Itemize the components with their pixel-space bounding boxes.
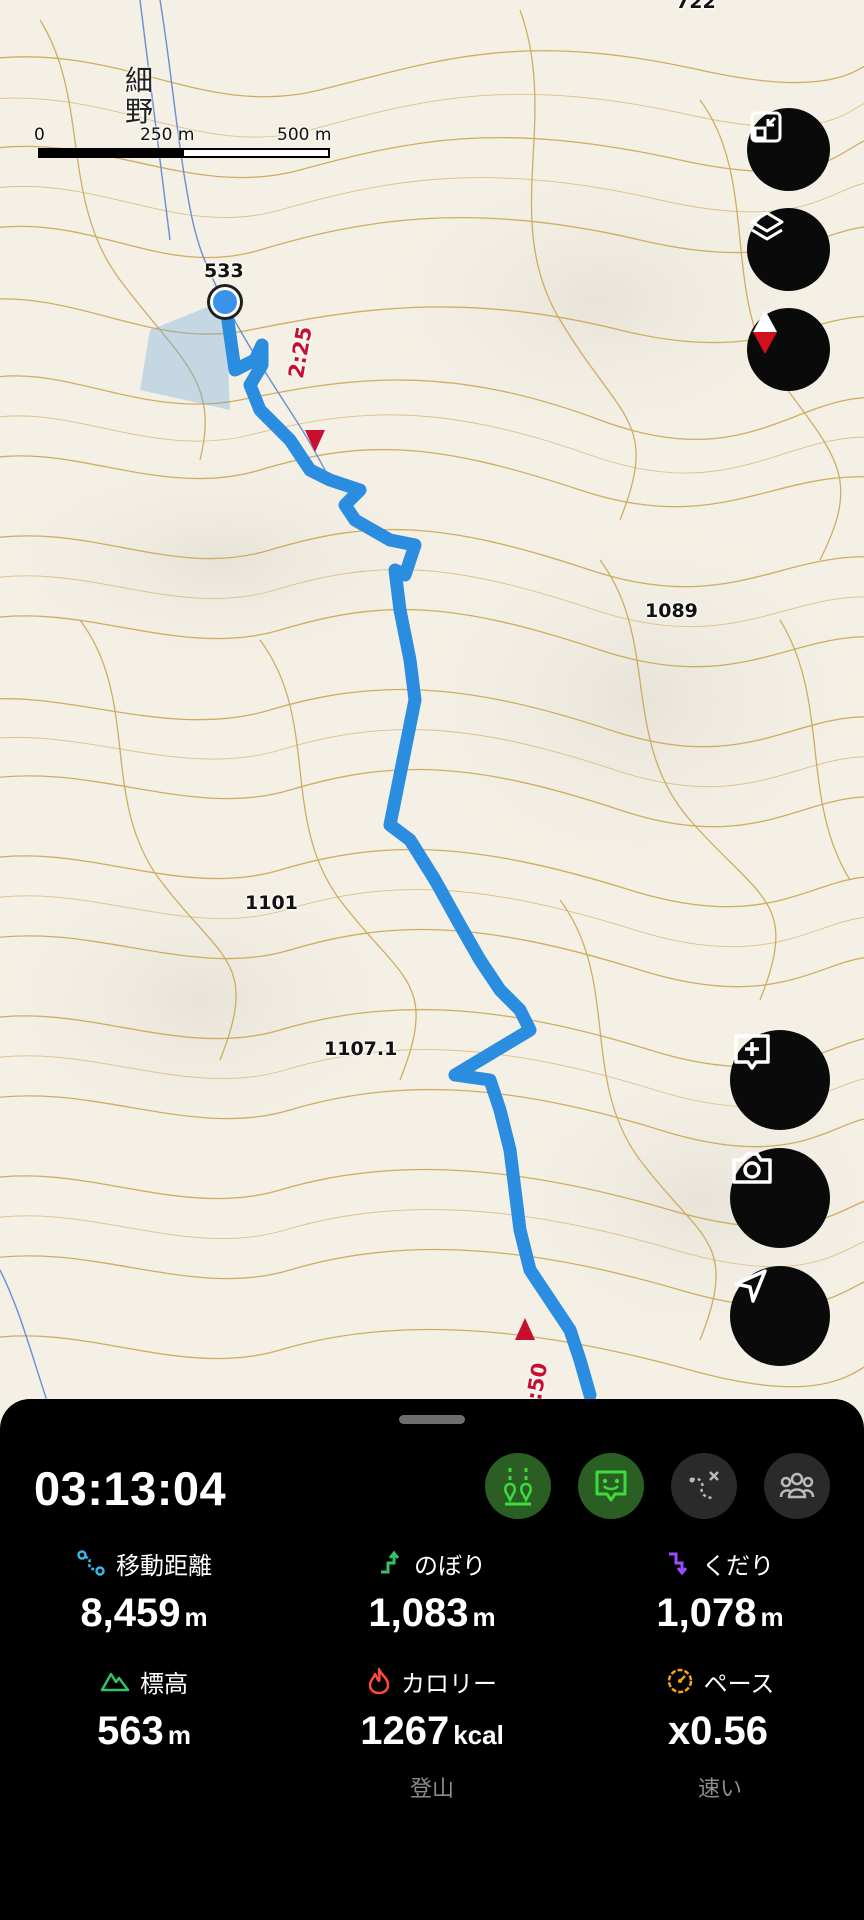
stat-elevation-value: 563: [97, 1709, 164, 1753]
stat-distance-label: 移動距離: [116, 1551, 212, 1580]
place-name-1: 細: [125, 64, 154, 97]
stat-calories-activity: 登山: [409, 1777, 454, 1802]
stat-pace: ペース x0.56 速い: [576, 1665, 864, 1803]
stat-distance: 移動距離 8,459 m: [0, 1547, 288, 1639]
ascent-icon: [381, 1550, 400, 1574]
compass-icon: [753, 310, 777, 354]
stat-descent-label: くだり: [702, 1551, 774, 1580]
group-button[interactable]: [764, 1453, 830, 1519]
scale-label-end: 500 m: [277, 125, 332, 145]
navigate-button[interactable]: [730, 1266, 830, 1366]
place-name-2: 野: [125, 95, 154, 128]
distance-icon: [77, 1550, 105, 1576]
exit-fullscreen-button[interactable]: [747, 108, 830, 191]
route-signal-button[interactable]: [485, 1453, 551, 1519]
scale-label-zero: 0: [34, 125, 45, 145]
elapsed-time: 03:13:04: [34, 1462, 227, 1515]
stat-elevation: 標高 563 m: [0, 1665, 288, 1757]
scale-bar-track: [38, 148, 330, 158]
route-off-icon: [689, 1471, 719, 1500]
peak-label-1089: 1089: [645, 600, 698, 622]
stat-distance-value: 8,459: [80, 1591, 181, 1635]
scale-label-mid: 250 m: [140, 125, 195, 145]
stat-calories-value: 1267: [360, 1709, 450, 1753]
add-note-button[interactable]: [730, 1030, 830, 1130]
compass-button[interactable]: [747, 308, 830, 391]
camera-icon: [732, 1152, 772, 1184]
peak-label-533: 533: [204, 260, 244, 282]
stat-elevation-unit: m: [167, 1720, 191, 1750]
stat-descent-value: 1,078: [656, 1591, 757, 1635]
stat-calories-label: カロリー: [401, 1669, 497, 1698]
drag-handle[interactable]: [399, 1415, 465, 1424]
stat-ascent: のぼり 1,083 m: [288, 1547, 576, 1639]
chat-face-button[interactable]: [578, 1453, 644, 1519]
stat-pace-value: x0.56: [667, 1709, 769, 1753]
route-off-button[interactable]: [671, 1453, 737, 1519]
peak-label-722: 722: [676, 0, 716, 13]
stat-distance-unit: m: [184, 1602, 208, 1632]
stat-descent: くだり 1,078 m: [576, 1547, 864, 1639]
route-signal-icon: [504, 1468, 532, 1506]
stat-calories-unit: kcal: [453, 1720, 504, 1750]
chat-face-icon: [595, 1470, 627, 1502]
camera-button[interactable]: [730, 1148, 830, 1248]
stat-calories: カロリー 1267 kcal 登山: [288, 1665, 576, 1803]
scale-bar-fill: [40, 150, 184, 156]
elevation-icon: [100, 1672, 130, 1692]
stat-descent-unit: m: [760, 1602, 784, 1632]
exit-fullscreen-icon: [750, 111, 782, 143]
group-icon: [779, 1472, 815, 1499]
stat-pace-label: ペース: [703, 1669, 775, 1698]
stat-ascent-value: 1,083: [368, 1591, 469, 1635]
stat-ascent-label: のぼり: [414, 1551, 486, 1580]
descent-icon: [669, 1552, 688, 1576]
layers-icon: [750, 211, 784, 241]
stat-pace-rating: 速い: [697, 1777, 742, 1802]
peak-label-1101: 1101: [245, 892, 298, 914]
stat-elevation-label: 標高: [140, 1669, 188, 1698]
navigate-icon: [734, 1269, 767, 1303]
topographic-map[interactable]: 細 野 0 250 m 500 m 722 533 1089 1101 1107…: [0, 0, 864, 1410]
peak-label-1107: 1107.1: [324, 1038, 398, 1060]
current-location-dot: [213, 290, 237, 314]
flame-icon: [368, 1667, 390, 1695]
layers-button[interactable]: [747, 208, 830, 291]
add-note-icon: [734, 1034, 770, 1070]
activity-panel: 03:13:04 移動距離 8,459 m のぼり 1,083 m くだり 1,…: [0, 1399, 864, 1920]
stat-ascent-unit: m: [472, 1602, 496, 1632]
speedometer-icon: [667, 1668, 692, 1694]
